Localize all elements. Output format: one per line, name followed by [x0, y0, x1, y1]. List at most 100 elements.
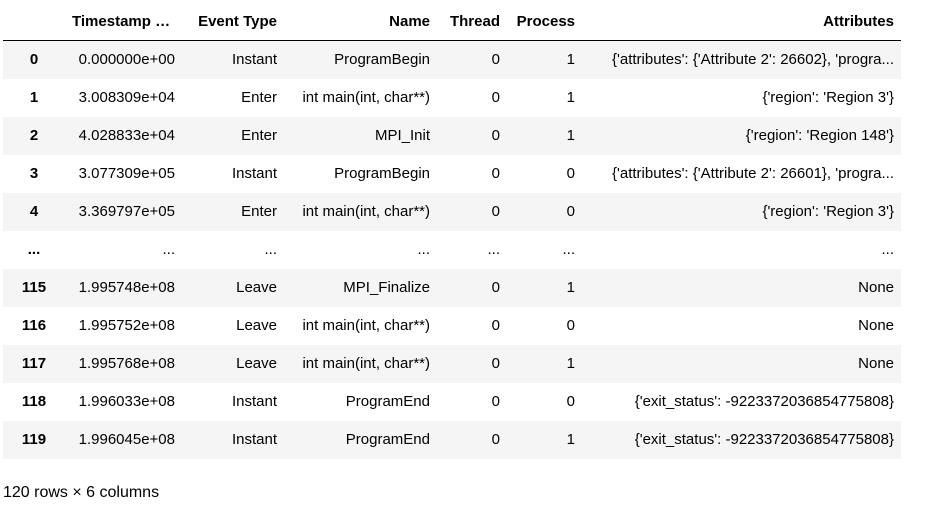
row-index: 0 — [29, 51, 39, 68]
cell-attributes: {'region': 'Region 3'} — [762, 203, 894, 220]
cell-timestamp: 1.996033e+08 — [78, 393, 175, 410]
cell-thread: 0 — [491, 51, 500, 68]
row-index: 1 — [29, 89, 39, 106]
table-row: 1 3.008309e+04 Enter int main(int, char**) 0… — [3, 79, 901, 117]
cell-timestamp: ... — [162, 241, 175, 258]
table-row: 4 3.369797e+05 Enter int main(int, char**) 0… — [3, 193, 901, 231]
table-row: 119 1.996045e+08 Instant ProgramEnd 0 1 {'exit… — [3, 421, 901, 459]
cell-event-type: Instant — [231, 165, 277, 182]
cell-process: 1 — [566, 355, 575, 372]
column-header-name: Name — [284, 3, 437, 41]
cell-attributes: {'region': 'Region 148'} — [745, 127, 894, 144]
ellipsis-row: ..................... — [3, 231, 901, 269]
cell-attributes: None — [858, 355, 894, 372]
table-body: 0 0.000000e+00 Instant ProgramBegin 0 1 {'attr… — [3, 40, 901, 459]
table-row: 0 0.000000e+00 Instant ProgramBegin 0 1 {'attr… — [3, 40, 901, 79]
cell-thread: 0 — [491, 127, 500, 144]
cell-thread: 0 — [491, 279, 500, 296]
cell-event-type: Enter — [241, 203, 277, 220]
cell-timestamp: 3.077309e+05 — [78, 165, 175, 182]
table-row: 118 1.996033e+08 Instant ProgramEnd 0 0 {'exit… — [3, 383, 901, 421]
cell-timestamp: 0.000000e+00 — [78, 51, 175, 68]
cell-event-type: Instant — [231, 393, 277, 410]
cell-thread: 0 — [491, 317, 500, 334]
cell-attributes: None — [858, 317, 894, 334]
cell-process: ... — [562, 241, 575, 258]
cell-name: ProgramEnd — [345, 431, 430, 448]
cell-process: 0 — [566, 203, 575, 220]
row-index: 3 — [29, 165, 39, 182]
cell-event-type: Leave — [236, 279, 277, 296]
cell-event-type: Instant — [231, 431, 277, 448]
index-column-header — [3, 3, 65, 41]
cell-attributes: {'attributes': {'Attribute 2': 26602}, '… — [612, 51, 894, 68]
dataframe-table: Timestamp (ns) Event Type Name Thread Pr… — [3, 3, 901, 459]
cell-name: int main(int, char**) — [302, 89, 430, 106]
row-index: 118 — [21, 393, 47, 410]
table-row: 116 1.995752e+08 Leave int main(int, char**… — [3, 307, 901, 345]
table-row: 3 3.077309e+05 Instant ProgramBegin 0 0 {'attr… — [3, 155, 901, 193]
cell-event-type: Leave — [236, 355, 277, 372]
column-header-event-type: Event Type — [182, 3, 284, 41]
table-header: Timestamp (ns) Event Type Name Thread Pr… — [3, 3, 901, 41]
header-row: Timestamp (ns) Event Type Name Thread Pr… — [3, 3, 901, 41]
cell-thread: 0 — [491, 431, 500, 448]
cell-event-type: Leave — [236, 317, 277, 334]
cell-timestamp: 3.369797e+05 — [78, 203, 175, 220]
cell-thread: 0 — [491, 355, 500, 372]
row-index: 2 — [29, 127, 39, 144]
cell-process: 1 — [566, 51, 575, 68]
cell-timestamp: 1.995748e+08 — [78, 279, 175, 296]
table-row: 115 1.995748e+08 Leave MPI_Finalize 0 1 None — [3, 269, 901, 307]
cell-event-type: Enter — [241, 127, 277, 144]
column-header-attributes: Attributes — [582, 3, 901, 41]
cell-timestamp: 4.028833e+04 — [78, 127, 175, 144]
cell-timestamp: 1.995752e+08 — [78, 317, 175, 334]
row-index: 4 — [29, 203, 39, 220]
cell-name: ... — [417, 241, 430, 258]
cell-process: 1 — [566, 127, 575, 144]
row-index: 115 — [21, 279, 47, 296]
cell-name: int main(int, char**) — [302, 355, 430, 372]
cell-thread: 0 — [491, 89, 500, 106]
row-index: 117 — [21, 355, 47, 372]
cell-process: 0 — [566, 393, 575, 410]
row-index: 116 — [21, 317, 47, 334]
cell-event-type: ... — [264, 241, 277, 258]
cell-attributes: None — [858, 279, 894, 296]
cell-attributes: ... — [881, 241, 894, 258]
column-header-timestamp: Timestamp (ns) — [65, 3, 182, 41]
cell-attributes: {'attributes': {'Attribute 2': 26601}, '… — [612, 165, 894, 182]
cell-name: ProgramBegin — [334, 165, 430, 182]
cell-process: 1 — [566, 279, 575, 296]
cell-process: 0 — [566, 165, 575, 182]
cell-name: ProgramEnd — [345, 393, 430, 410]
cell-thread: ... — [487, 241, 500, 258]
cell-name: ProgramBegin — [334, 51, 430, 68]
row-index: ... — [27, 241, 41, 258]
cell-process: 1 — [566, 89, 575, 106]
cell-event-type: Instant — [231, 51, 277, 68]
table-row: 2 4.028833e+04 Enter MPI_Init 0 1 {'region': '… — [3, 117, 901, 155]
cell-timestamp: 3.008309e+04 — [78, 89, 175, 106]
cell-name: MPI_Init — [374, 127, 430, 144]
cell-name: MPI_Finalize — [343, 279, 430, 296]
cell-name: int main(int, char**) — [302, 203, 430, 220]
table-row: 117 1.995768e+08 Leave int main(int, char**… — [3, 345, 901, 383]
row-index: 119 — [21, 431, 47, 448]
cell-timestamp: 1.995768e+08 — [78, 355, 175, 372]
shape-summary: 120 rows × 6 columns — [3, 484, 160, 501]
cell-process: 1 — [566, 431, 575, 448]
dataframe-output: Timestamp (ns) Event Type Name Thread Pr… — [0, 0, 925, 521]
cell-attributes: {'exit_status': -9223372036854775808} — [634, 393, 894, 410]
column-header-process: Process — [507, 3, 582, 41]
cell-process: 0 — [566, 317, 575, 334]
cell-thread: 0 — [491, 165, 500, 182]
column-header-thread: Thread — [437, 3, 507, 41]
cell-timestamp: 1.996045e+08 — [78, 431, 175, 448]
cell-name: int main(int, char**) — [302, 317, 430, 334]
cell-attributes: {'region': 'Region 3'} — [762, 89, 894, 106]
cell-attributes: {'exit_status': -9223372036854775808} — [634, 431, 894, 448]
cell-thread: 0 — [491, 203, 500, 220]
cell-thread: 0 — [491, 393, 500, 410]
